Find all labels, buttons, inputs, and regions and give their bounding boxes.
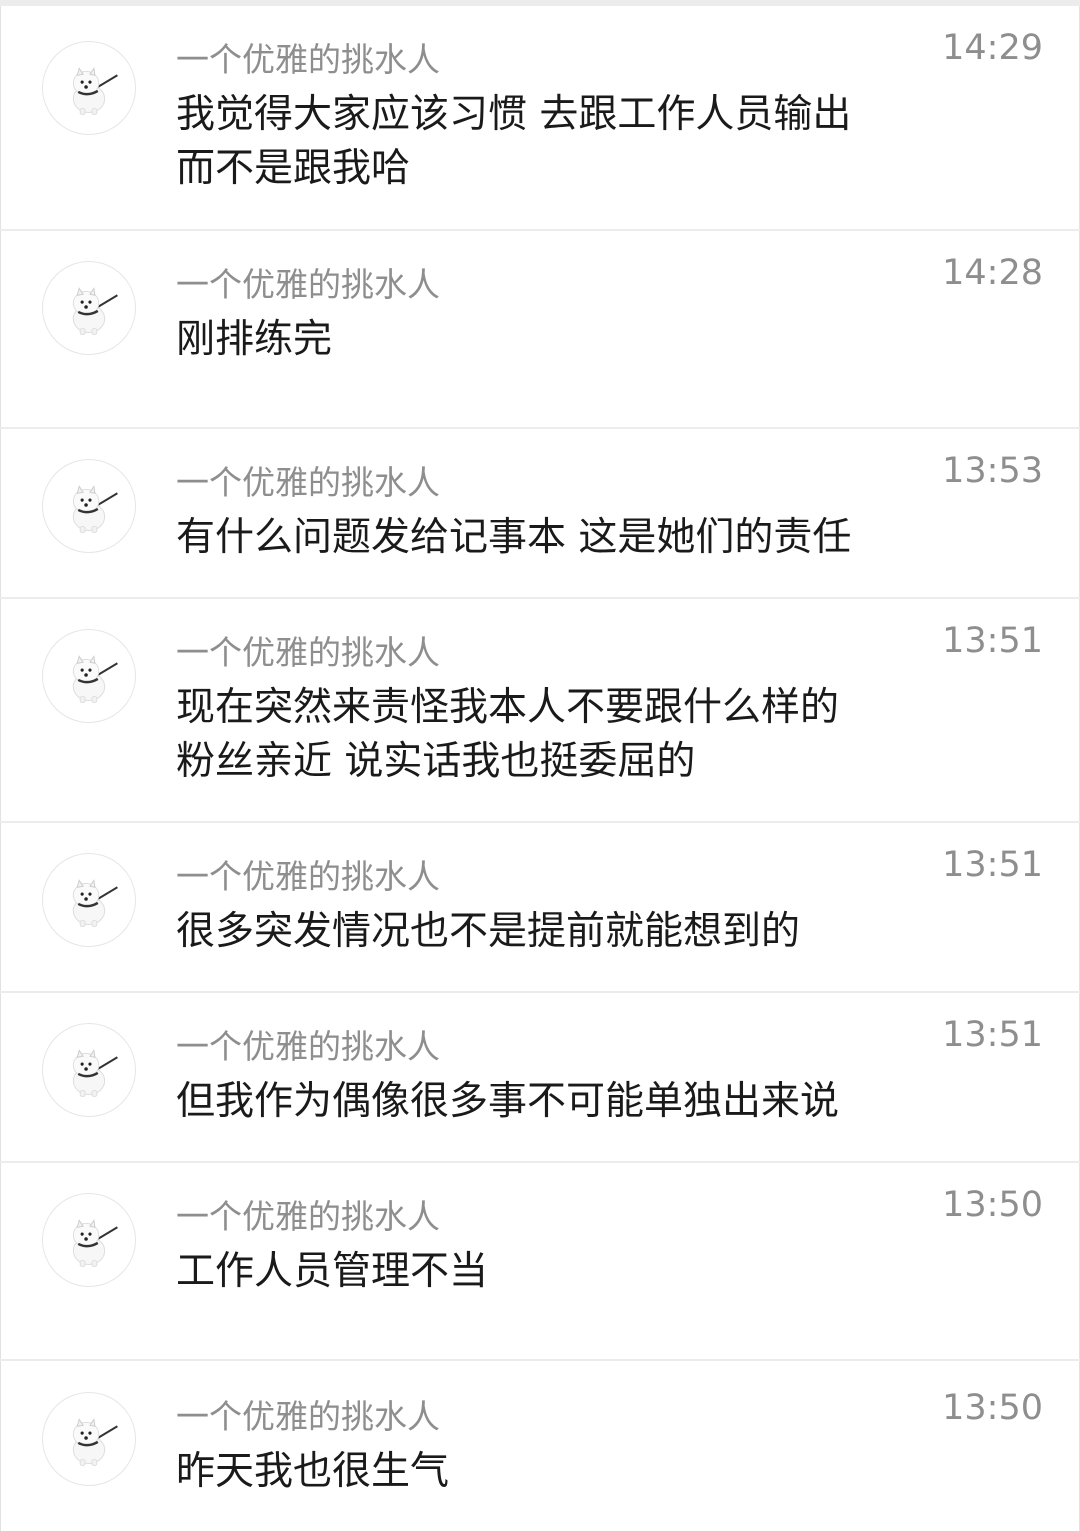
message-text: 现在突然来责怪我本人不要跟什么样的 粉丝亲近 说实话我也挺委屈的	[176, 685, 840, 784]
sender-name: 一个优雅的挑水人	[176, 1197, 440, 1236]
message-item[interactable]: 一个优雅的挑水人 13:53 有什么问题发给记事本 这是她们的责任	[0, 429, 1080, 597]
message-item[interactable]: 一个优雅的挑水人 13:51 很多突发情况也不是提前就能想到的	[0, 823, 1080, 991]
message-item[interactable]: 一个优雅的挑水人 14:29 我觉得大家应该习惯 去跟工作人员输出 而不是跟我哈	[0, 6, 1080, 229]
message-item[interactable]: 一个优雅的挑水人 13:51 现在突然来责怪我本人不要跟什么样的 粉丝亲近 说实…	[0, 599, 1080, 821]
message-text: 但我作为偶像很多事不可能单独出来说	[176, 1079, 840, 1124]
message-text: 很多突发情况也不是提前就能想到的	[176, 909, 801, 954]
samoyed-dog-avatar-icon[interactable]	[42, 459, 136, 553]
message-time: 14:29	[942, 28, 1043, 68]
message-time: 13:50	[942, 1388, 1043, 1428]
message-text: 我觉得大家应该习惯 去跟工作人员输出 而不是跟我哈	[176, 92, 852, 191]
message-text: 工作人员管理不当	[176, 1249, 489, 1294]
samoyed-dog-avatar-icon[interactable]	[42, 1193, 136, 1287]
message-time: 14:28	[942, 253, 1043, 293]
message-text: 有什么问题发给记事本 这是她们的责任	[176, 515, 852, 560]
samoyed-dog-avatar-icon[interactable]	[42, 1392, 136, 1486]
message-list: 一个优雅的挑水人 14:29 我觉得大家应该习惯 去跟工作人员输出 而不是跟我哈…	[0, 0, 1080, 1531]
samoyed-dog-avatar-icon[interactable]	[42, 1023, 136, 1117]
sender-name: 一个优雅的挑水人	[176, 857, 440, 896]
message-time: 13:51	[942, 1015, 1043, 1055]
message-item[interactable]: 一个优雅的挑水人 13:50 工作人员管理不当	[0, 1163, 1080, 1359]
message-item[interactable]: 一个优雅的挑水人 13:50 昨天我也很生气	[0, 1361, 1080, 1531]
sender-name: 一个优雅的挑水人	[176, 40, 440, 79]
samoyed-dog-avatar-icon[interactable]	[42, 261, 136, 355]
sender-name: 一个优雅的挑水人	[176, 265, 440, 304]
sender-name: 一个优雅的挑水人	[176, 633, 440, 672]
message-time: 13:53	[942, 451, 1043, 491]
message-time: 13:51	[942, 621, 1043, 661]
sender-name: 一个优雅的挑水人	[176, 1027, 440, 1066]
message-time: 13:50	[942, 1185, 1043, 1225]
sender-name: 一个优雅的挑水人	[176, 463, 440, 502]
samoyed-dog-avatar-icon[interactable]	[42, 41, 136, 135]
samoyed-dog-avatar-icon[interactable]	[42, 629, 136, 723]
sender-name: 一个优雅的挑水人	[176, 1397, 440, 1436]
message-text: 刚排练完	[176, 317, 333, 362]
message-item[interactable]: 一个优雅的挑水人 14:28 刚排练完	[0, 231, 1080, 427]
message-time: 13:51	[942, 845, 1043, 885]
message-text: 昨天我也很生气	[176, 1449, 450, 1494]
samoyed-dog-avatar-icon[interactable]	[42, 853, 136, 947]
message-item[interactable]: 一个优雅的挑水人 13:51 但我作为偶像很多事不可能单独出来说	[0, 993, 1080, 1161]
